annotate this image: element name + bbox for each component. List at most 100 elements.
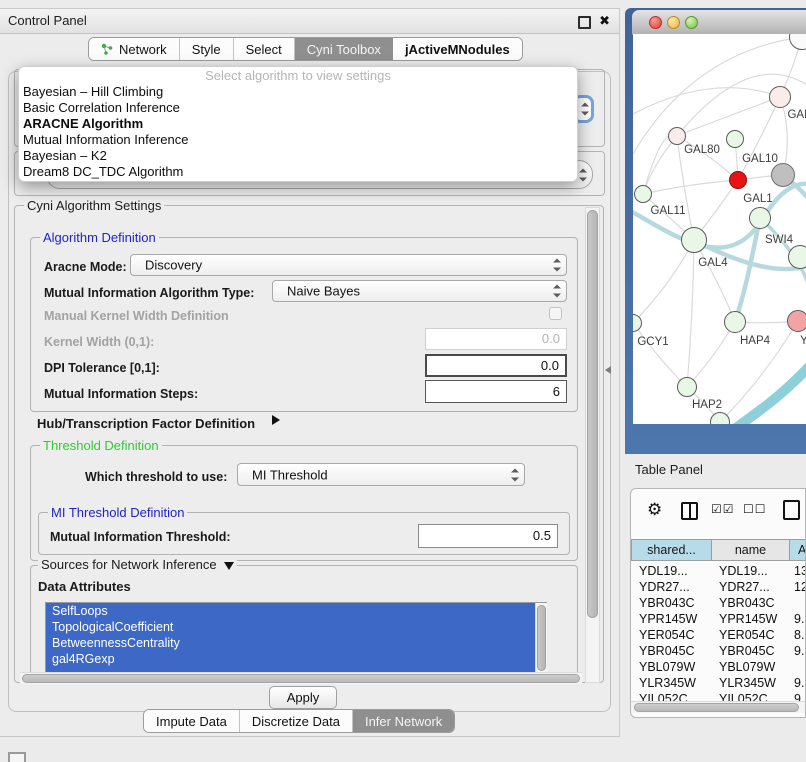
dpi-tolerance-field[interactable]: 0.0 [425, 354, 567, 377]
table-row[interactable]: YBR045C YBR045C 9. [631, 643, 806, 659]
tab-discretize-data-label: Discretize Data [252, 714, 340, 729]
table-row[interactable]: YLR345W YLR345W 9. [631, 675, 806, 691]
list-item[interactable]: SelfLoops [46, 603, 546, 619]
apply-button[interactable]: Apply [269, 686, 337, 709]
clear-all-checkboxes-icon[interactable]: ☐☐ [743, 502, 767, 516]
manual-kernel-checkbox[interactable] [549, 307, 562, 320]
threshold-definition-title: Threshold Definition [40, 438, 162, 453]
network-window-titlebar[interactable] [632, 10, 806, 35]
which-threshold-combo[interactable]: MI Threshold [237, 463, 525, 486]
gear-icon[interactable]: ⚙ [647, 500, 662, 520]
network-node-hap2[interactable] [677, 377, 697, 397]
table-row[interactable]: YER054C YER054C 8. [631, 627, 806, 643]
dropdown-item-selected[interactable]: ARACNE Algorithm [19, 116, 577, 132]
tab-impute-data[interactable]: Impute Data [144, 710, 240, 732]
columns-icon[interactable] [681, 502, 698, 520]
network-node-gray[interactable] [771, 163, 795, 187]
mi-threshold-field[interactable]: 0.5 [418, 524, 558, 548]
dropdown-item[interactable]: Basic Correlation Inference [19, 100, 577, 116]
cell-shared-name: YER054C [639, 627, 709, 643]
table-row[interactable]: YBR043C YBR043C [631, 595, 806, 611]
network-node-gal-tr[interactable] [769, 86, 791, 108]
list-item[interactable]: gal4RGexp [46, 651, 546, 667]
dropdown-item[interactable]: Dream8 DC_TDC Algorithm [19, 164, 577, 180]
network-node-swi4[interactable] [749, 207, 771, 229]
network-node-gal4[interactable] [681, 227, 707, 253]
tab-network[interactable]: Network [89, 38, 180, 60]
dropdown-item[interactable]: Mutual Information Inference [19, 132, 577, 148]
list-item[interactable]: TopologicalCoefficient [46, 619, 546, 635]
node-label: GAL80 [684, 144, 720, 156]
splitter-collapse-arrow[interactable] [605, 366, 611, 374]
aracne-mode-value: Discovery [145, 258, 202, 273]
scrollbar-thumb[interactable] [587, 210, 598, 618]
document-icon[interactable] [783, 500, 800, 520]
network-node-gal80[interactable] [668, 127, 686, 145]
zoom-traffic-icon[interactable] [685, 16, 698, 29]
scrollbar-thumb[interactable] [634, 703, 799, 712]
cell-shared-name: YDR27... [639, 579, 709, 595]
node-label: GAL10 [742, 153, 778, 165]
cell-value: 9. [794, 643, 806, 659]
algorithm-definition-title: Algorithm Definition [40, 230, 159, 245]
scrollbar-thumb[interactable] [22, 674, 580, 683]
cell-value: 13 [794, 563, 806, 579]
table-row[interactable]: YPR145W YPR145W 9. [631, 611, 806, 627]
close-icon[interactable]: ✖ [599, 13, 610, 29]
dropdown-item[interactable]: Bayesian – K2 [19, 148, 577, 164]
aracne-mode-combo[interactable]: Discovery [130, 254, 567, 276]
network-node-hap4[interactable] [724, 311, 746, 333]
network-node-right[interactable] [788, 245, 806, 269]
node-label: GAL4 [698, 257, 727, 269]
collapsed-panel-icon[interactable] [8, 752, 26, 762]
close-traffic-icon[interactable] [649, 16, 662, 29]
cell-name: YER054C [719, 627, 787, 643]
network-node-gal10[interactable] [726, 130, 744, 148]
table-row[interactable]: YBL079W YBL079W [631, 659, 806, 675]
cell-value: 9. [794, 611, 806, 627]
tab-cyni-toolbox[interactable]: Cyni Toolbox [295, 38, 393, 60]
dropdown-item[interactable]: Bayesian – Hill Climbing [19, 84, 577, 100]
network-node-gal1[interactable] [729, 171, 747, 189]
cell-name: YLR345W [719, 675, 787, 691]
data-attributes-list[interactable]: SelfLoops TopologicalCoefficient Between… [45, 602, 547, 675]
table-panel-title: Table Panel [635, 462, 703, 477]
tab-select-label: Select [246, 42, 282, 57]
expand-right-icon[interactable] [272, 415, 280, 425]
tab-discretize-data[interactable]: Discretize Data [240, 710, 353, 732]
mi-algorithm-type-combo[interactable]: Naive Bayes [272, 280, 567, 302]
table-row[interactable]: YDR27... YDR27... 12 [631, 579, 806, 595]
collapse-down-icon[interactable] [224, 562, 234, 570]
mi-steps-label: Mutual Information Steps: [44, 387, 198, 401]
column-header-partial[interactable]: A [789, 539, 806, 561]
mi-steps-field[interactable]: 6 [425, 380, 567, 403]
cell-value: 12 [794, 579, 806, 595]
tab-select[interactable]: Select [234, 38, 295, 60]
network-canvas[interactable]: GAL GAL80 GAL10 GAL1 GAL11 SWI4 GAL4 GCY… [633, 34, 806, 424]
network-node-gal11[interactable] [634, 185, 652, 203]
combo-stepper-icon [553, 259, 561, 272]
network-node-y[interactable] [787, 310, 806, 332]
tab-style[interactable]: Style [180, 38, 234, 60]
node-label: HAP4 [740, 335, 770, 347]
cell-value: 9. [794, 691, 806, 701]
settings-horizontal-scrollbar[interactable] [20, 672, 582, 684]
table-row[interactable]: YDL19... YDL19... 13 [631, 563, 806, 579]
scrollbar-thumb[interactable] [537, 605, 546, 671]
settings-vertical-scrollbar[interactable] [585, 207, 600, 683]
list-item[interactable]: BetweennessCentrality [46, 635, 546, 651]
float-window-icon[interactable] [578, 16, 591, 29]
table-row[interactable]: YIL052C YIL052C 9. [631, 691, 806, 701]
tab-jactivemnodules[interactable]: jActiveMNodules [393, 38, 522, 60]
dropdown-placeholder: Select algorithm to view settings [19, 67, 577, 84]
column-header-name[interactable]: name [711, 539, 790, 561]
select-all-checkboxes-icon[interactable]: ☑☑ [711, 502, 735, 516]
combo-stepper-icon [581, 103, 589, 116]
list-vertical-scrollbar[interactable] [535, 603, 547, 674]
cell-value: 8. [794, 627, 806, 643]
column-header-shared-name[interactable]: shared... [631, 539, 712, 561]
tab-infer-network[interactable]: Infer Network [353, 710, 454, 732]
kernel-width-field[interactable]: 0.0 [425, 328, 567, 350]
table-horizontal-scrollbar[interactable] [631, 701, 806, 713]
minimize-traffic-icon[interactable] [667, 16, 680, 29]
